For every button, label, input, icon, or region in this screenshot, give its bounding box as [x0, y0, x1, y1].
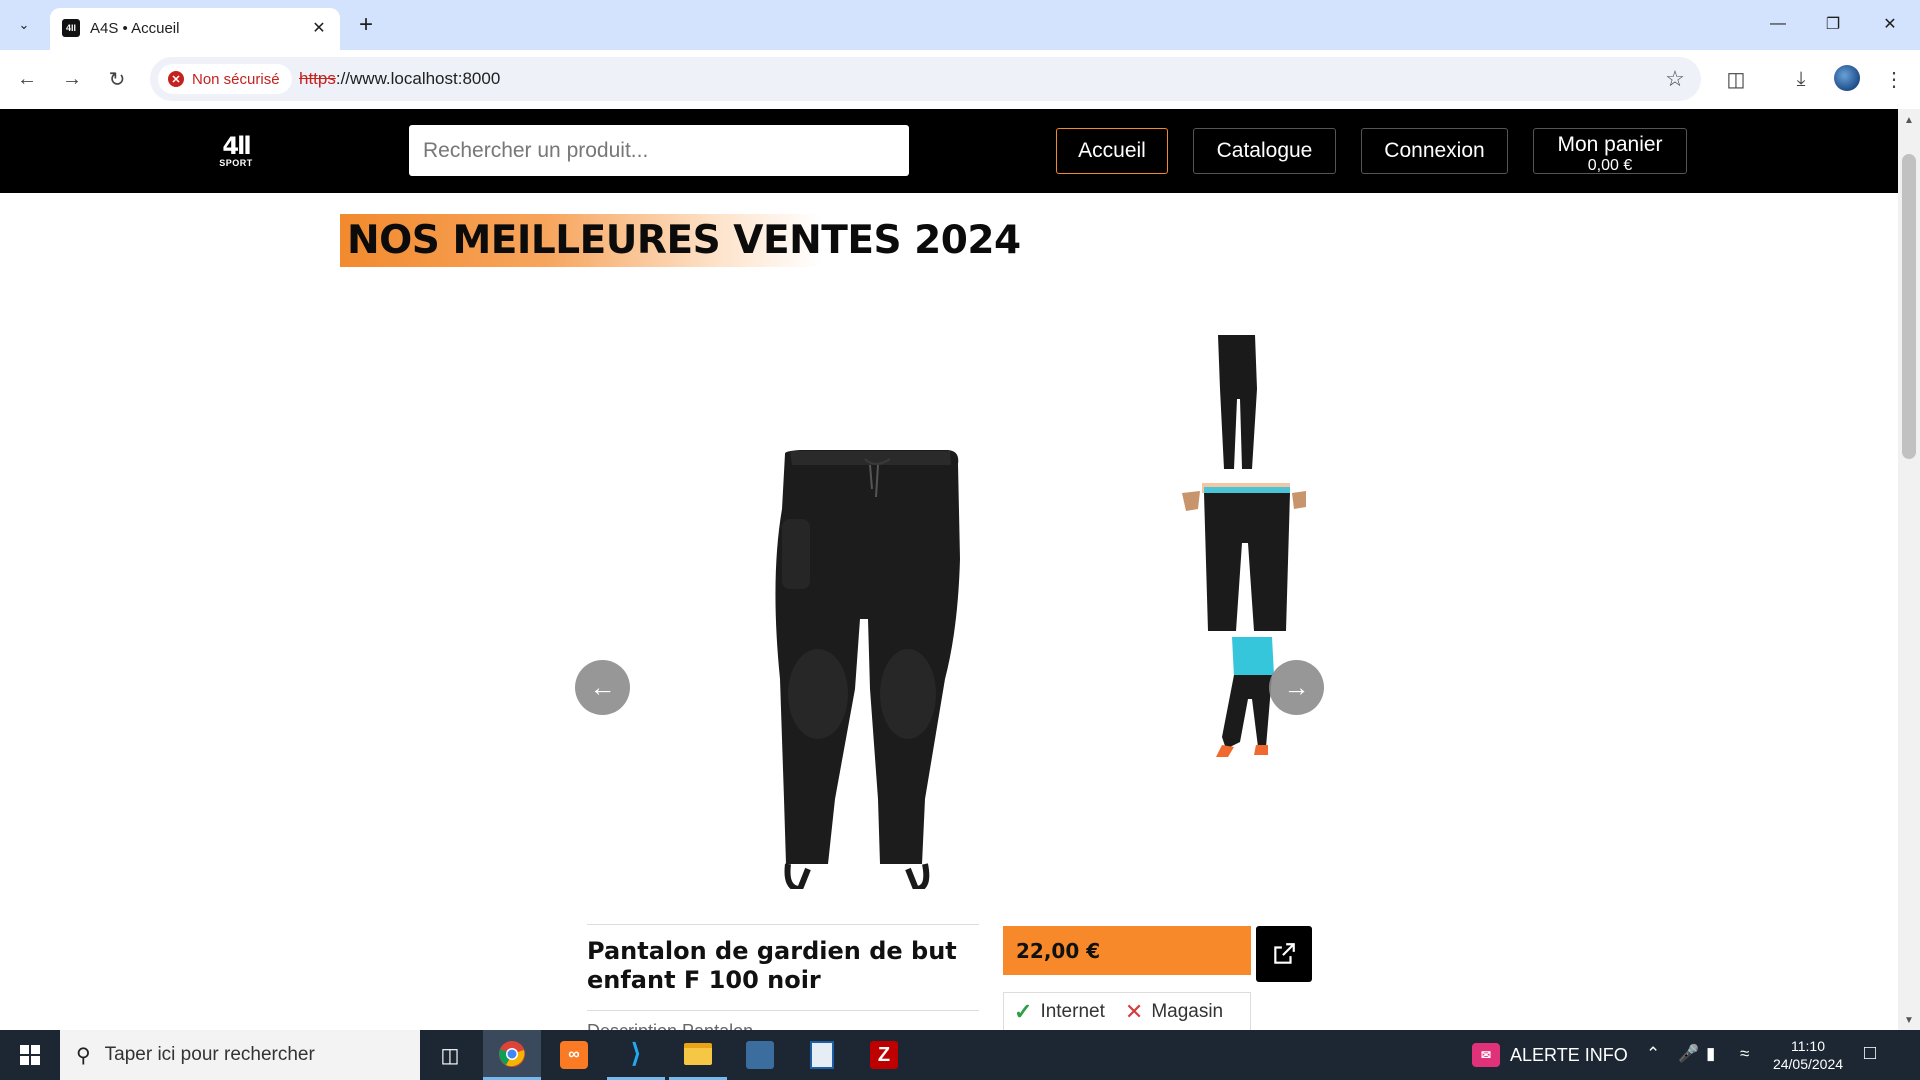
taskbar-search-box[interactable]: ⚲ Taper ici pour rechercher	[60, 1030, 420, 1080]
browser-menu-kebab-icon[interactable]: ⋮	[1877, 62, 1911, 96]
browser-tab-bar: ⌄ 4ll A4S • Accueil ✕ + — ❐ ✕	[0, 0, 1920, 50]
task-view-icon[interactable]: ◫	[421, 1030, 479, 1080]
minimize-icon[interactable]: —	[1758, 10, 1798, 38]
document-app-icon[interactable]	[793, 1030, 851, 1080]
microphone-icon[interactable]: 🎤	[1678, 1044, 1699, 1064]
logo-subtitle: SPORT	[219, 158, 253, 168]
clock-time: 11:10	[1791, 1038, 1825, 1054]
divider	[587, 924, 979, 925]
scrollbar-thumb[interactable]	[1902, 154, 1916, 459]
check-icon: ✓	[1014, 999, 1033, 1024]
section-title-text: NOS MEILLEURES VENTES 2024	[347, 218, 1021, 263]
vscode-app-icon[interactable]: ⟩	[607, 1030, 665, 1080]
news-alert-label: ALERTE INFO	[1510, 1044, 1628, 1065]
scroll-down-arrow-icon[interactable]: ▼	[1904, 1015, 1914, 1026]
file-explorer-app-icon[interactable]	[669, 1030, 727, 1080]
profile-avatar[interactable]	[1834, 65, 1860, 91]
section-title: NOS MEILLEURES VENTES 2024	[340, 214, 1028, 267]
restore-icon[interactable]: ❐	[1813, 10, 1853, 38]
product-description: Description Pantalon	[587, 1021, 753, 1030]
availability-internet-label: Internet	[1040, 1001, 1105, 1022]
clock-date: 24/05/2024	[1772, 1056, 1844, 1072]
site-logo[interactable]: 4ll SPORT	[216, 134, 256, 174]
product-main-image[interactable]	[700, 329, 1060, 889]
notification-center-icon[interactable]: □	[1864, 1042, 1876, 1065]
bookmark-star-icon[interactable]: ☆	[1663, 66, 1687, 91]
news-alert-icon: ✉	[1472, 1043, 1500, 1067]
browser-toolbar: ← → ↻ ✕ Non sécurisé https://www.localho…	[0, 50, 1920, 109]
windows-taskbar: ⚲ Taper ici pour rechercher ◫ ∞ ⟩ Z ✉ AL…	[0, 1030, 1920, 1080]
nav-home-button[interactable]: Accueil	[1056, 128, 1168, 174]
carousel-next-arrow-icon[interactable]: →	[1269, 660, 1324, 715]
product-thumbnail-2[interactable]	[1182, 483, 1306, 631]
chrome-app-icon[interactable]	[483, 1030, 541, 1080]
divider	[587, 1010, 979, 1011]
search-icon: ⚲	[76, 1044, 91, 1067]
security-chip[interactable]: ✕ Non sécurisé	[158, 64, 292, 94]
tab-title: A4S • Accueil	[90, 20, 180, 37]
browser-tab[interactable]: 4ll A4S • Accueil ✕	[50, 8, 340, 50]
nav-login-button[interactable]: Connexion	[1361, 128, 1508, 174]
tab-favicon: 4ll	[62, 19, 80, 37]
reload-icon[interactable]: ↻	[100, 62, 134, 96]
site-header: 4ll SPORT Accueil Catalogue Connexion Mo…	[0, 109, 1898, 193]
tab-search-chevron-icon[interactable]: ⌄	[10, 12, 38, 38]
cart-label: Mon panier	[1557, 133, 1663, 156]
availability-store-label: Magasin	[1151, 1001, 1224, 1022]
availability-box: ✓ Internet ✕ Magasin	[1003, 992, 1251, 1030]
product-thumbnail-1[interactable]	[1182, 329, 1306, 477]
download-icon[interactable]: ⤓	[1784, 62, 1818, 96]
cross-icon: ✕	[1124, 999, 1144, 1024]
product-name[interactable]: Pantalon de gardien de but enfant F 100 …	[587, 937, 979, 995]
nav-cart-button[interactable]: Mon panier 0,00 €	[1533, 128, 1687, 174]
nav-catalog-button[interactable]: Catalogue	[1193, 128, 1336, 174]
page-viewport: 4ll SPORT Accueil Catalogue Connexion Mo…	[0, 109, 1898, 1030]
back-arrow-icon[interactable]: ←	[10, 62, 44, 96]
carousel-prev-arrow-icon[interactable]: ←	[575, 660, 630, 715]
mysql-workbench-app-icon[interactable]	[731, 1030, 789, 1080]
security-label: Non sécurisé	[192, 70, 280, 88]
xampp-app-icon[interactable]: ∞	[545, 1030, 603, 1080]
insecure-warning-icon: ✕	[168, 71, 184, 87]
external-link-icon	[1274, 943, 1295, 964]
show-hidden-icons-chevron-icon[interactable]: ⌃	[1646, 1044, 1660, 1064]
open-product-external-link-button[interactable]	[1256, 926, 1312, 982]
url-host: ://www.localhost:8000	[335, 69, 501, 88]
news-alert-widget[interactable]: ✉ ALERTE INFO	[1472, 1030, 1628, 1080]
page-scrollbar[interactable]: ▲ ▼	[1898, 109, 1920, 1030]
wifi-icon[interactable]: ≈	[1740, 1044, 1749, 1064]
close-window-icon[interactable]: ✕	[1870, 10, 1910, 38]
product-price: 22,00 €	[1016, 938, 1101, 963]
logo-mark: 4ll	[222, 132, 251, 160]
extensions-puzzle-icon[interactable]: ◫	[1719, 62, 1753, 96]
forward-arrow-icon[interactable]: →	[55, 62, 89, 96]
taskbar-search-placeholder: Taper ici pour rechercher	[104, 1044, 315, 1065]
tab-close-icon[interactable]: ✕	[308, 17, 330, 39]
taskbar-clock[interactable]: 11:10 24/05/2024	[1768, 1037, 1848, 1073]
address-bar[interactable]: ✕ Non sécurisé https://www.localhost:800…	[150, 57, 1701, 101]
price-badge: 22,00 €	[1003, 926, 1251, 975]
cart-total: 0,00 €	[1587, 157, 1633, 174]
scroll-up-arrow-icon[interactable]: ▲	[1904, 115, 1914, 126]
url-text[interactable]: https://www.localhost:8000	[299, 69, 500, 89]
new-tab-plus-icon[interactable]: +	[352, 11, 380, 38]
filezilla-app-icon[interactable]: Z	[855, 1030, 913, 1080]
url-scheme: https	[299, 69, 336, 88]
product-search-input[interactable]	[409, 125, 909, 176]
battery-icon[interactable]: ▮	[1706, 1044, 1715, 1064]
windows-start-icon[interactable]	[0, 1030, 60, 1080]
